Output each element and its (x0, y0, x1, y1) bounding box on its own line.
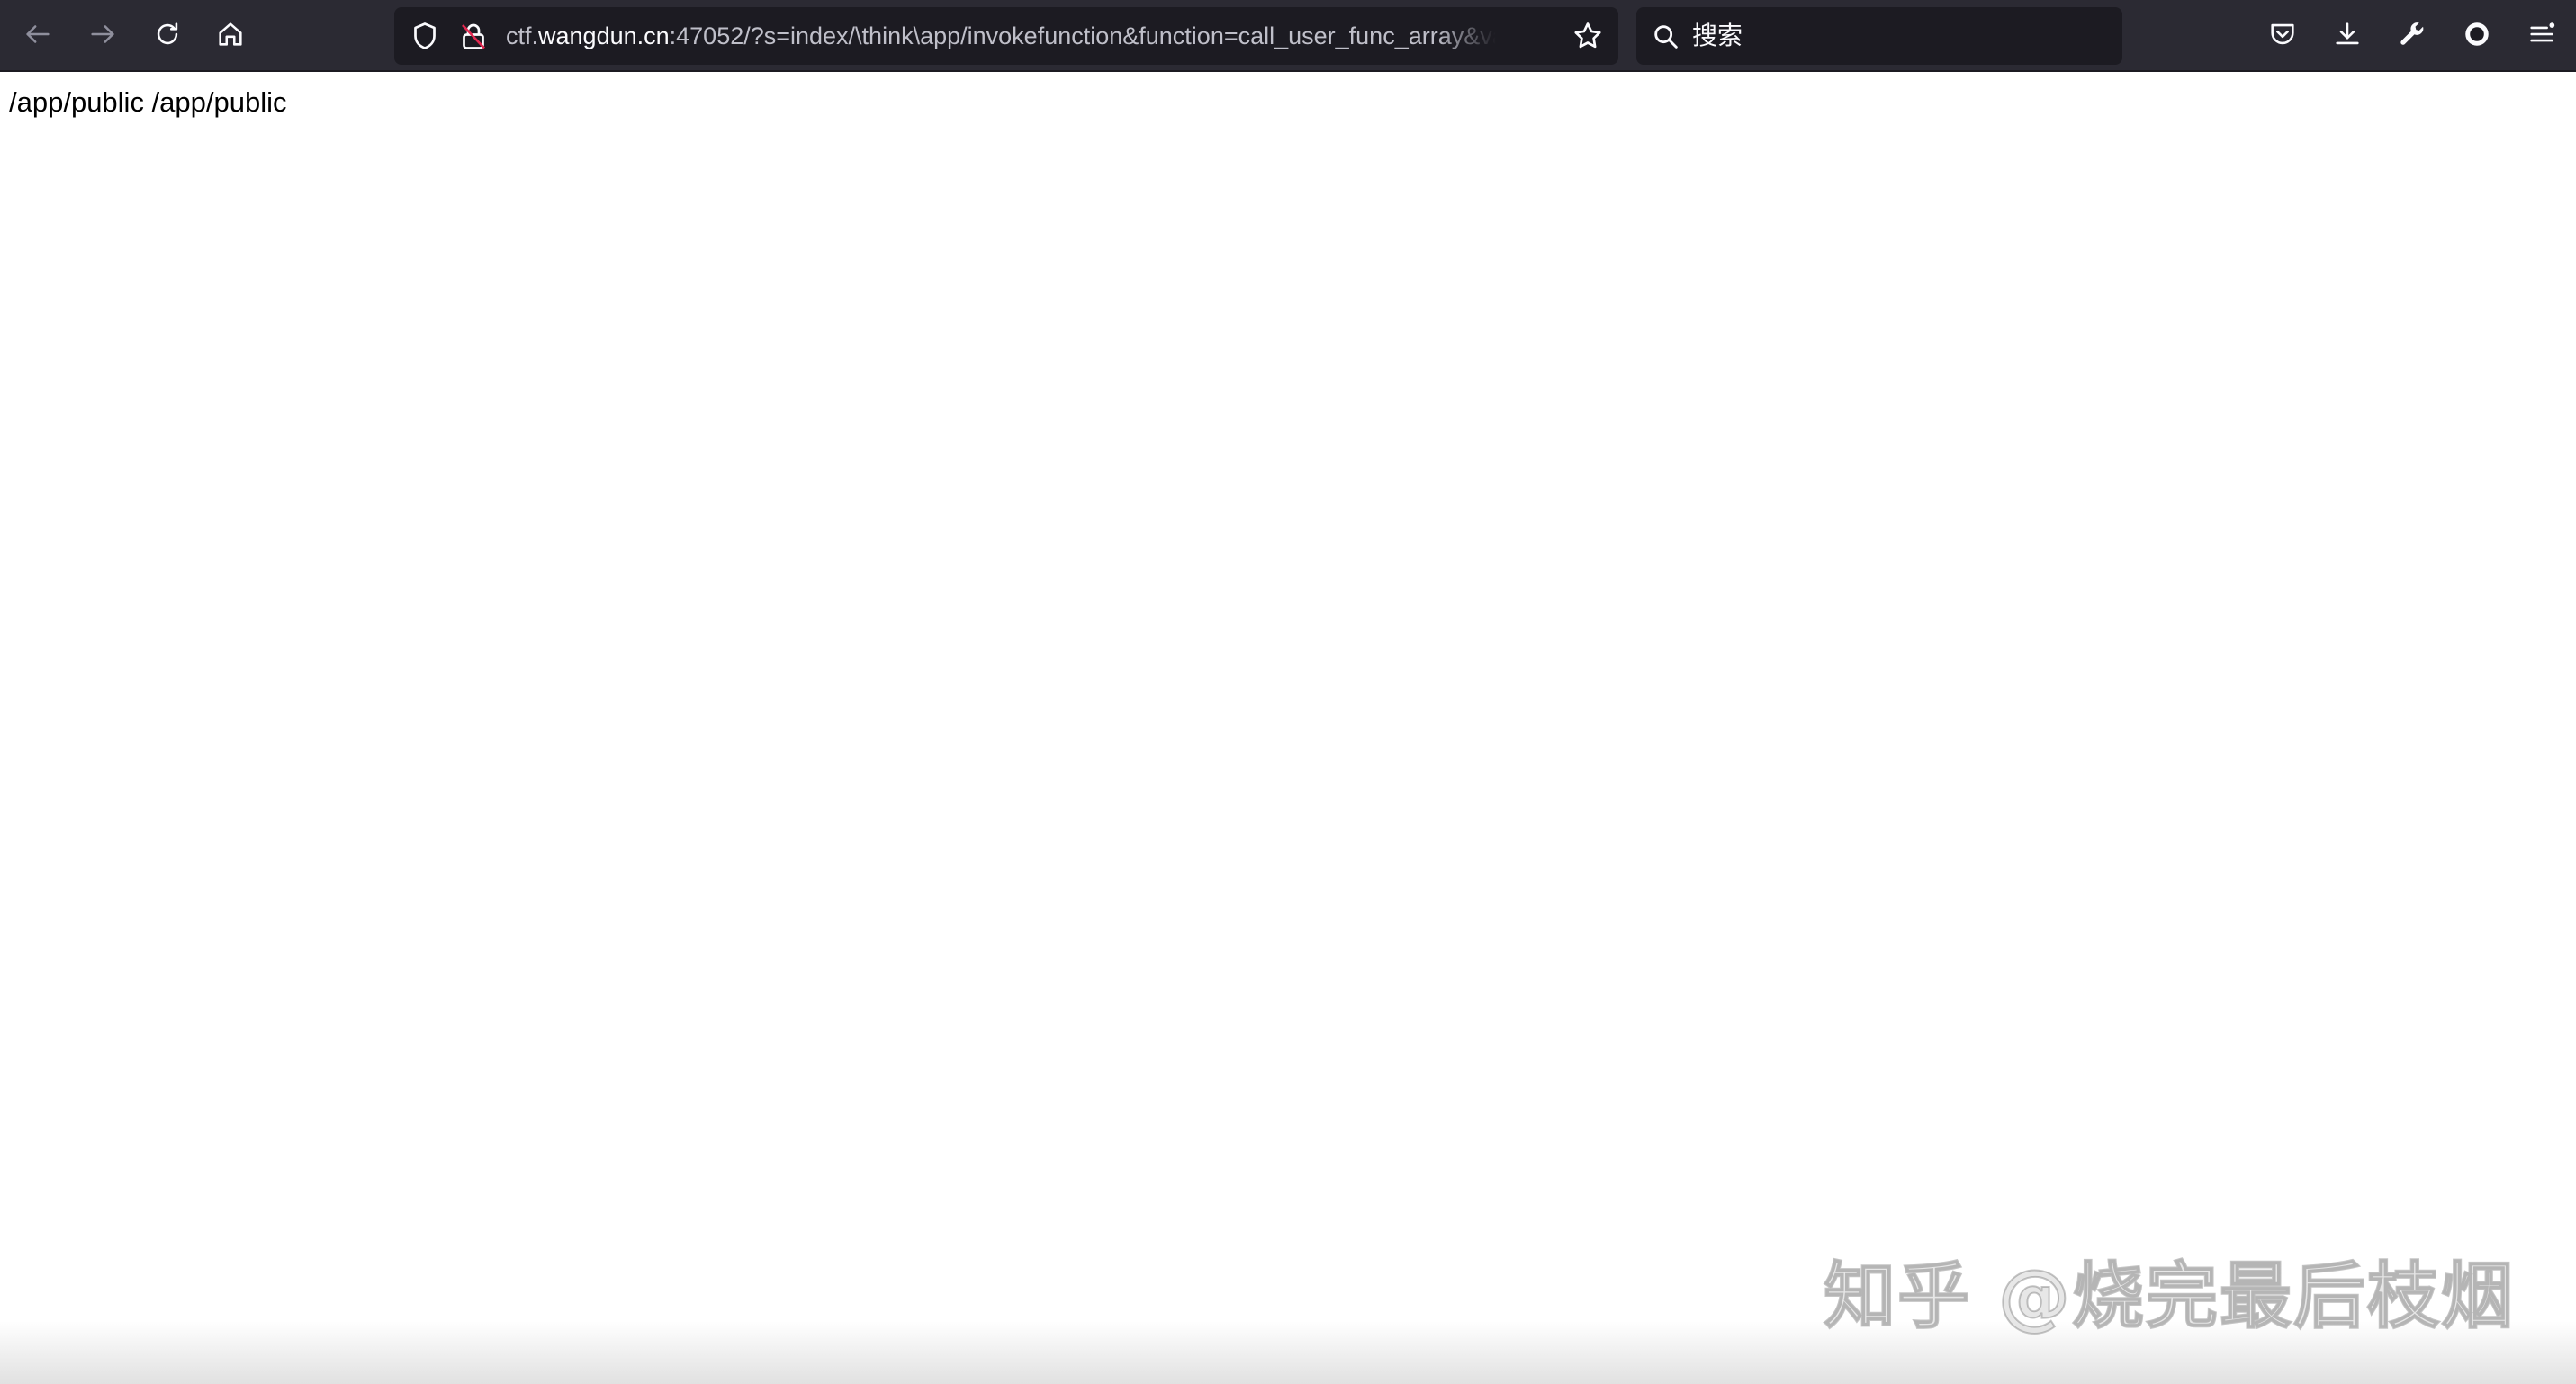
download-icon (2332, 19, 2363, 54)
url-host: wangdun.cn (538, 22, 670, 49)
arrow-right-icon (87, 19, 118, 54)
wrench-icon (2397, 19, 2427, 54)
reload-button[interactable] (144, 13, 191, 59)
bookmark-star-button[interactable] (1570, 18, 1606, 54)
home-button[interactable] (207, 13, 254, 59)
reload-icon (152, 19, 183, 54)
bottom-shadow (0, 1321, 2576, 1384)
shield-icon[interactable] (409, 20, 441, 52)
search-bar[interactable] (1636, 7, 2122, 65)
pocket-button[interactable] (2259, 13, 2306, 59)
page-content: /app/public /app/public 知乎 @烧完最后枝烟 (0, 72, 2576, 1384)
page-output-text: /app/public /app/public (9, 86, 287, 118)
back-button[interactable] (14, 13, 61, 59)
url-bar[interactable]: ctf.wangdun.cn:47052/?s=index/\think\app… (394, 7, 1618, 65)
search-icon (1651, 22, 1681, 52)
home-icon (215, 19, 246, 54)
insecure-lock-icon[interactable] (457, 20, 490, 52)
search-input[interactable] (1692, 7, 2106, 65)
arrow-left-icon (23, 19, 53, 54)
url-path: :47052/?s=index/\think\app/invokefunctio… (669, 22, 1496, 49)
app-menu-button[interactable] (2518, 13, 2565, 59)
url-text[interactable]: ctf.wangdun.cn:47052/?s=index/\think\app… (506, 7, 1496, 65)
developer-tools-button[interactable] (2389, 13, 2436, 59)
url-prefix: ctf. (506, 22, 539, 49)
account-button[interactable] (2454, 13, 2500, 59)
account-icon (2462, 19, 2492, 54)
downloads-button[interactable] (2324, 13, 2371, 59)
pocket-icon (2267, 19, 2298, 54)
star-icon (1574, 22, 1601, 49)
forward-button[interactable] (79, 13, 126, 59)
menu-icon (2526, 19, 2557, 54)
browser-toolbar: ctf.wangdun.cn:47052/?s=index/\think\app… (0, 0, 2576, 72)
